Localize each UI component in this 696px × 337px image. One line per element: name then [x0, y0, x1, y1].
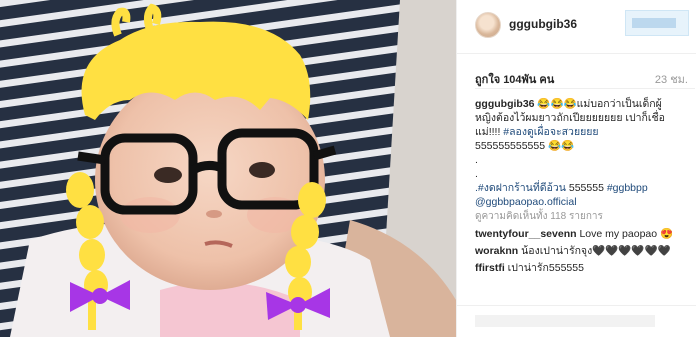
caption-line-7: .#งดฝากร้านที่ดีอ้วน 555555 #ggbbpp [475, 181, 695, 195]
caption-line-4: 555555555555 😂😂 [475, 140, 575, 152]
author-username[interactable]: gggubgib36 [509, 17, 577, 31]
comment-row: twentyfour__sevenn Love my paopao 😍 [475, 227, 695, 241]
divider [475, 88, 695, 89]
caption-text: 555555 [565, 182, 607, 194]
mention-link[interactable]: @ggbbpaopao.official [475, 195, 695, 209]
comment-row: ffirstfi เปาน่ารัก555555 [475, 261, 695, 275]
caption-line-1: gggubgib36 😂😂😂แม่บอกว่าเป็นเด็กผู้ [475, 97, 695, 111]
caption-dot: . [475, 168, 478, 180]
caption-line-3: แม่!!!! #ลองดูเผื่อจะสวยยยย [475, 125, 695, 139]
post-header: gggubgib36 [457, 0, 696, 54]
caption-dot: . [475, 154, 478, 166]
comment-text: เปาน่ารัก555555 [504, 262, 584, 274]
caption-text: 😂😂😂แม่บอกว่าเป็นเด็กผู้ [537, 98, 662, 110]
comment-username[interactable]: woraknn [475, 245, 518, 257]
comment-text: Love my paopao 😍 [576, 228, 674, 240]
likes-count[interactable]: ถูกใจ 104พัน คน [475, 70, 554, 88]
baby-photo-illustration [0, 0, 456, 337]
hashtag-link[interactable]: .#งดฝากร้านที่ดีอ้วน [475, 182, 566, 194]
add-comment-redacted[interactable] [475, 315, 655, 327]
post-timestamp[interactable]: 23 ชม. [655, 70, 688, 88]
post-photo[interactable] [0, 0, 456, 337]
view-all-comments-link[interactable]: ดูความคิดเห็นทั้ง 118 รายการ [475, 210, 695, 224]
caption-line-2: หญิงต้องไว้ผมยาวถักเปียยยยยยย เปาก็เชื่อ [475, 112, 665, 124]
comment-row: woraknn น้องเปาน่ารักจุง🖤🖤🖤🖤🖤🖤 [475, 244, 695, 258]
caption-username[interactable]: gggubgib36 [475, 98, 535, 110]
avatar[interactable] [475, 12, 501, 38]
follow-button[interactable] [625, 10, 689, 36]
comments-section: gggubgib36 😂😂😂แม่บอกว่าเป็นเด็กผู้ หญิงต… [475, 97, 695, 275]
comment-text: น้องเปาน่ารักจุง🖤🖤🖤🖤🖤🖤 [518, 245, 671, 257]
action-bar [457, 305, 696, 337]
post-side-panel: gggubgib36 ถูกใจ 104พัน คน 23 ชม. gggubg… [456, 0, 696, 337]
follow-label-redacted [632, 18, 676, 28]
caption-text: แม่!!!! [475, 126, 504, 138]
hashtag-link[interactable]: #ลองดูเผื่อจะสวยยยย [503, 126, 598, 138]
comment-username[interactable]: ffirstfi [475, 262, 505, 274]
hashtag-link[interactable]: #ggbbpp [607, 182, 648, 194]
comment-username[interactable]: twentyfour__sevenn [475, 228, 577, 240]
